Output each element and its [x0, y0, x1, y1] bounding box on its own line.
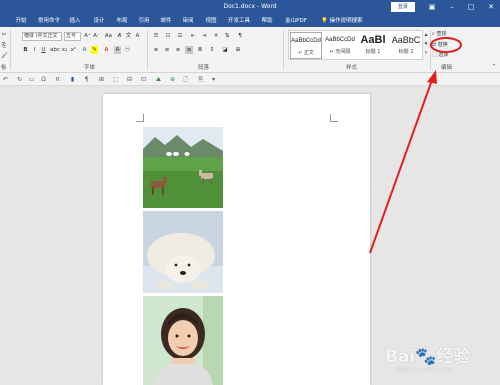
baidu-watermark: Bai🐾经验	[385, 347, 471, 367]
highlight-circle	[430, 37, 462, 53]
annotation-overlay	[369, 37, 462, 254]
watermark-url: jingyan.baidu.com	[397, 366, 453, 373]
pointer-arrow-line	[369, 79, 433, 254]
pointer-arrow-head	[427, 70, 437, 84]
